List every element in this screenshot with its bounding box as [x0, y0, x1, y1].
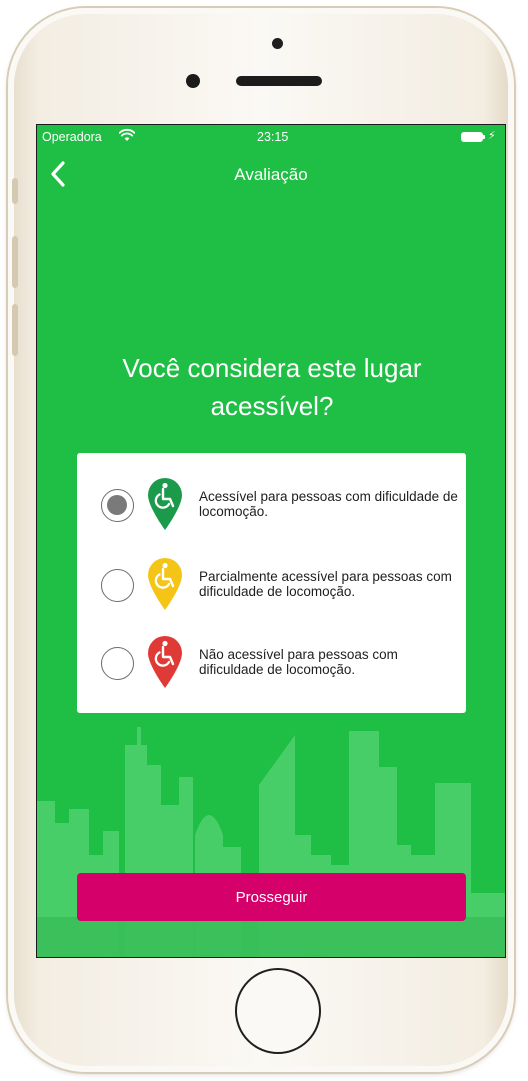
radio-selected-dot — [107, 495, 127, 515]
volume-down-button — [12, 304, 18, 356]
page-title: Avaliação — [234, 165, 308, 184]
radio-button-not-accessible[interactable] — [101, 647, 134, 680]
radio-button-accessible[interactable] — [101, 489, 134, 522]
navigation-bar: Avaliação — [37, 155, 505, 193]
option-label-partially-accessible: Parcialmente acessível para pessoas com … — [199, 569, 452, 599]
carrier-label: Operadora — [42, 130, 102, 144]
charging-icon: ⚡ — [488, 130, 496, 142]
sensor-dot — [272, 38, 283, 49]
front-camera — [186, 74, 200, 88]
volume-up-button — [12, 236, 18, 288]
continue-button[interactable]: Prosseguir — [77, 873, 466, 921]
battery-icon — [461, 132, 483, 142]
app-screen: Operadora 23:15 ⚡ Avaliação Você conside… — [36, 124, 506, 958]
option-not-accessible[interactable]: Não acessível para pessoas com dificulda… — [77, 633, 466, 693]
earpiece-speaker — [236, 76, 322, 86]
status-bar: Operadora 23:15 ⚡ — [37, 125, 505, 149]
option-accessible[interactable]: Acessível para pessoas com dificuldade d… — [77, 475, 466, 535]
battery-nub — [483, 135, 485, 139]
wifi-icon — [119, 128, 135, 141]
mute-switch — [12, 178, 18, 204]
status-time: 23:15 — [257, 130, 289, 144]
options-card: Acessível para pessoas com dificuldade d… — [77, 453, 466, 713]
home-button[interactable] — [235, 968, 321, 1054]
question-heading: Você considera este lugar acessível? — [122, 353, 422, 421]
wheelchair-pin-icon — [148, 636, 182, 688]
wheelchair-pin-icon — [148, 478, 182, 530]
radio-button-partially-accessible[interactable] — [101, 569, 134, 602]
option-label-not-accessible: Não acessível para pessoas com dificulda… — [199, 647, 398, 677]
option-label-accessible: Acessível para pessoas com dificuldade d… — [199, 489, 458, 519]
option-partially-accessible[interactable]: Parcialmente acessível para pessoas com … — [77, 555, 466, 615]
wheelchair-pin-icon — [148, 558, 182, 610]
